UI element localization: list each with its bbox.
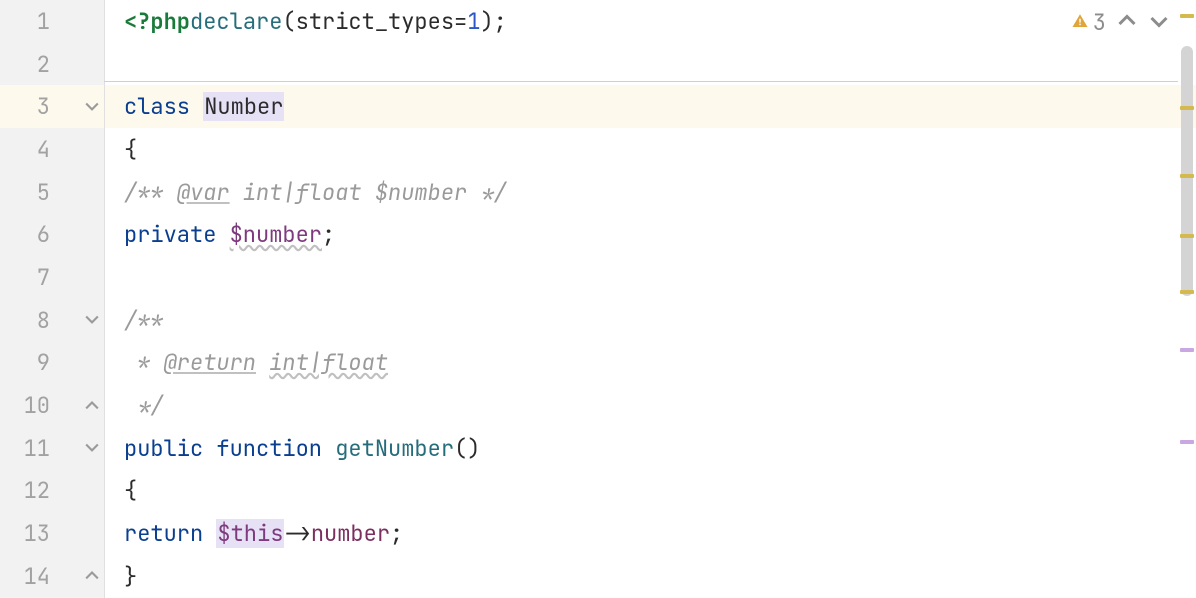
error-stripe-marker[interactable] bbox=[1180, 14, 1194, 18]
code-line[interactable]: public function getNumber() bbox=[104, 427, 1196, 470]
code-line[interactable]: */ bbox=[104, 384, 1196, 427]
line-number[interactable]: 1 bbox=[0, 0, 104, 43]
code-line[interactable]: { bbox=[104, 128, 1196, 171]
error-stripe-marker[interactable] bbox=[1180, 348, 1194, 352]
code-line[interactable]: class Number bbox=[104, 85, 1196, 128]
line-number[interactable]: 6 bbox=[0, 213, 104, 256]
inspection-widget: 3 bbox=[1071, 6, 1170, 39]
fold-open-icon[interactable] bbox=[84, 440, 100, 456]
code-line[interactable]: <?php declare(strict_types=1); bbox=[104, 0, 1196, 43]
line-number[interactable]: 14 bbox=[0, 555, 104, 598]
line-number[interactable]: 12 bbox=[0, 470, 104, 513]
gutter-border bbox=[104, 0, 105, 598]
line-number[interactable]: 13 bbox=[0, 512, 104, 555]
code-content[interactable]: <?php declare(strict_types=1); class Num… bbox=[104, 0, 1196, 598]
code-editor: 1 2 3 4 5 6 7 8 9 10 11 bbox=[0, 0, 1196, 598]
class-separator-line bbox=[104, 81, 1178, 82]
fold-open-icon[interactable] bbox=[84, 99, 100, 115]
error-stripe-marker[interactable] bbox=[1180, 290, 1194, 294]
code-line[interactable]: /** bbox=[104, 299, 1196, 342]
warning-badge[interactable]: 3 bbox=[1071, 8, 1106, 37]
line-number[interactable]: 3 bbox=[0, 85, 104, 128]
line-number[interactable]: 7 bbox=[0, 256, 104, 299]
code-line[interactable]: private $number; bbox=[104, 213, 1196, 256]
line-number[interactable]: 11 bbox=[0, 427, 104, 470]
scrollbar-thumb[interactable] bbox=[1181, 46, 1193, 296]
fold-close-icon[interactable] bbox=[84, 568, 100, 584]
line-number[interactable]: 9 bbox=[0, 342, 104, 385]
prev-highlight-button[interactable] bbox=[1116, 6, 1138, 39]
error-stripe-marker[interactable] bbox=[1180, 440, 1194, 444]
line-number[interactable]: 2 bbox=[0, 43, 104, 86]
line-number[interactable]: 5 bbox=[0, 171, 104, 214]
code-line[interactable]: return $this->number; bbox=[104, 512, 1196, 555]
line-number[interactable]: 4 bbox=[0, 128, 104, 171]
warning-count: 3 bbox=[1093, 8, 1106, 37]
code-line[interactable]: } bbox=[104, 555, 1196, 598]
fold-close-icon[interactable] bbox=[84, 398, 100, 414]
next-highlight-button[interactable] bbox=[1148, 6, 1170, 39]
code-line[interactable] bbox=[104, 43, 1196, 86]
error-stripe-marker[interactable] bbox=[1180, 106, 1194, 110]
code-line[interactable]: /** @var int|float $number */ bbox=[104, 171, 1196, 214]
warning-icon bbox=[1071, 8, 1089, 37]
vertical-scrollbar[interactable] bbox=[1178, 0, 1196, 598]
line-number[interactable]: 10 bbox=[0, 384, 104, 427]
code-line[interactable]: { bbox=[104, 470, 1196, 513]
line-number-gutter: 1 2 3 4 5 6 7 8 9 10 11 bbox=[0, 0, 104, 598]
code-line[interactable] bbox=[104, 256, 1196, 299]
code-line[interactable]: * @return int|float bbox=[104, 342, 1196, 385]
fold-open-icon[interactable] bbox=[84, 312, 100, 328]
error-stripe-marker[interactable] bbox=[1180, 174, 1194, 178]
error-stripe-marker[interactable] bbox=[1180, 234, 1194, 238]
line-number[interactable]: 8 bbox=[0, 299, 104, 342]
